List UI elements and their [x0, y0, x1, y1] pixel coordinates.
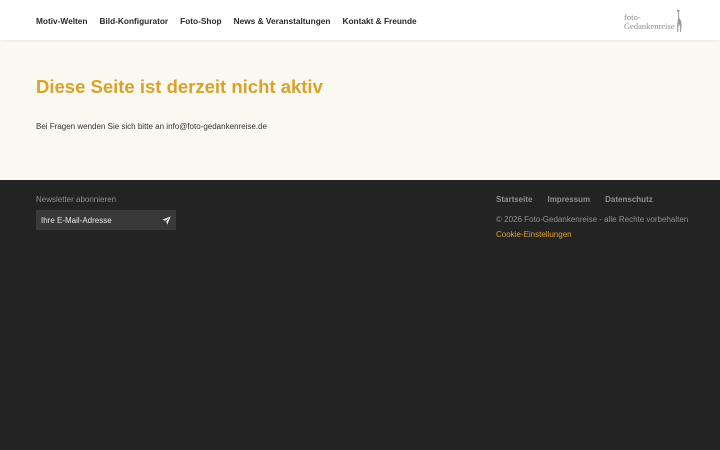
contact-info-text: Bei Fragen wenden Sie sich bitte an info…: [36, 122, 267, 131]
nav-link-news[interactable]: News & Veranstaltungen: [234, 16, 331, 26]
cookie-settings-link[interactable]: Cookie-Einstellungen: [496, 230, 572, 239]
site-footer: Newsletter abonnieren Startseite Impress…: [0, 180, 720, 450]
main-content: Diese Seite ist derzeit nicht aktiv Bei …: [0, 40, 720, 180]
footer-link-impressum[interactable]: Impressum: [547, 195, 590, 204]
footer-link-startseite[interactable]: Startseite: [496, 195, 532, 204]
site-logo[interactable]: foto- Gedankenreise: [622, 9, 684, 33]
nav-link-foto-shop[interactable]: Foto-Shop: [180, 16, 221, 26]
nav-item-bild-konfigurator: Bild-Konfigurator: [99, 11, 168, 29]
newsletter-submit-button[interactable]: [156, 210, 176, 230]
footer-link-datenschutz[interactable]: Datenschutz: [605, 195, 653, 204]
giraffe-figure-icon: [677, 9, 682, 32]
nav-link-bild-konfigurator[interactable]: Bild-Konfigurator: [99, 16, 168, 26]
copyright-text: © 2026 Foto-Gedankenreise - alle Rechte …: [496, 215, 689, 224]
page-title: Diese Seite ist derzeit nicht aktiv: [36, 76, 323, 97]
logo-text-line-2: Gedankenreise: [624, 21, 675, 31]
nav-item-news: News & Veranstaltungen: [234, 11, 331, 29]
nav-item-kontakt: Kontakt & Freunde: [342, 11, 416, 29]
nav-link-kontakt[interactable]: Kontakt & Freunde: [342, 16, 416, 26]
footer-nav: Startseite Impressum Datenschutz: [496, 195, 653, 204]
nav-item-motiv-welten: Motiv-Welten: [36, 11, 87, 29]
newsletter-label: Newsletter abonnieren: [36, 195, 117, 204]
newsletter-email-input[interactable]: [36, 210, 156, 230]
main-nav: Motiv-Welten Bild-Konfigurator Foto-Shop…: [36, 0, 417, 40]
nav-link-motiv-welten[interactable]: Motiv-Welten: [36, 16, 87, 26]
newsletter-form: [36, 210, 176, 230]
site-header: Motiv-Welten Bild-Konfigurator Foto-Shop…: [0, 0, 720, 40]
nav-item-foto-shop: Foto-Shop: [180, 11, 221, 29]
paper-plane-icon: [161, 215, 171, 225]
